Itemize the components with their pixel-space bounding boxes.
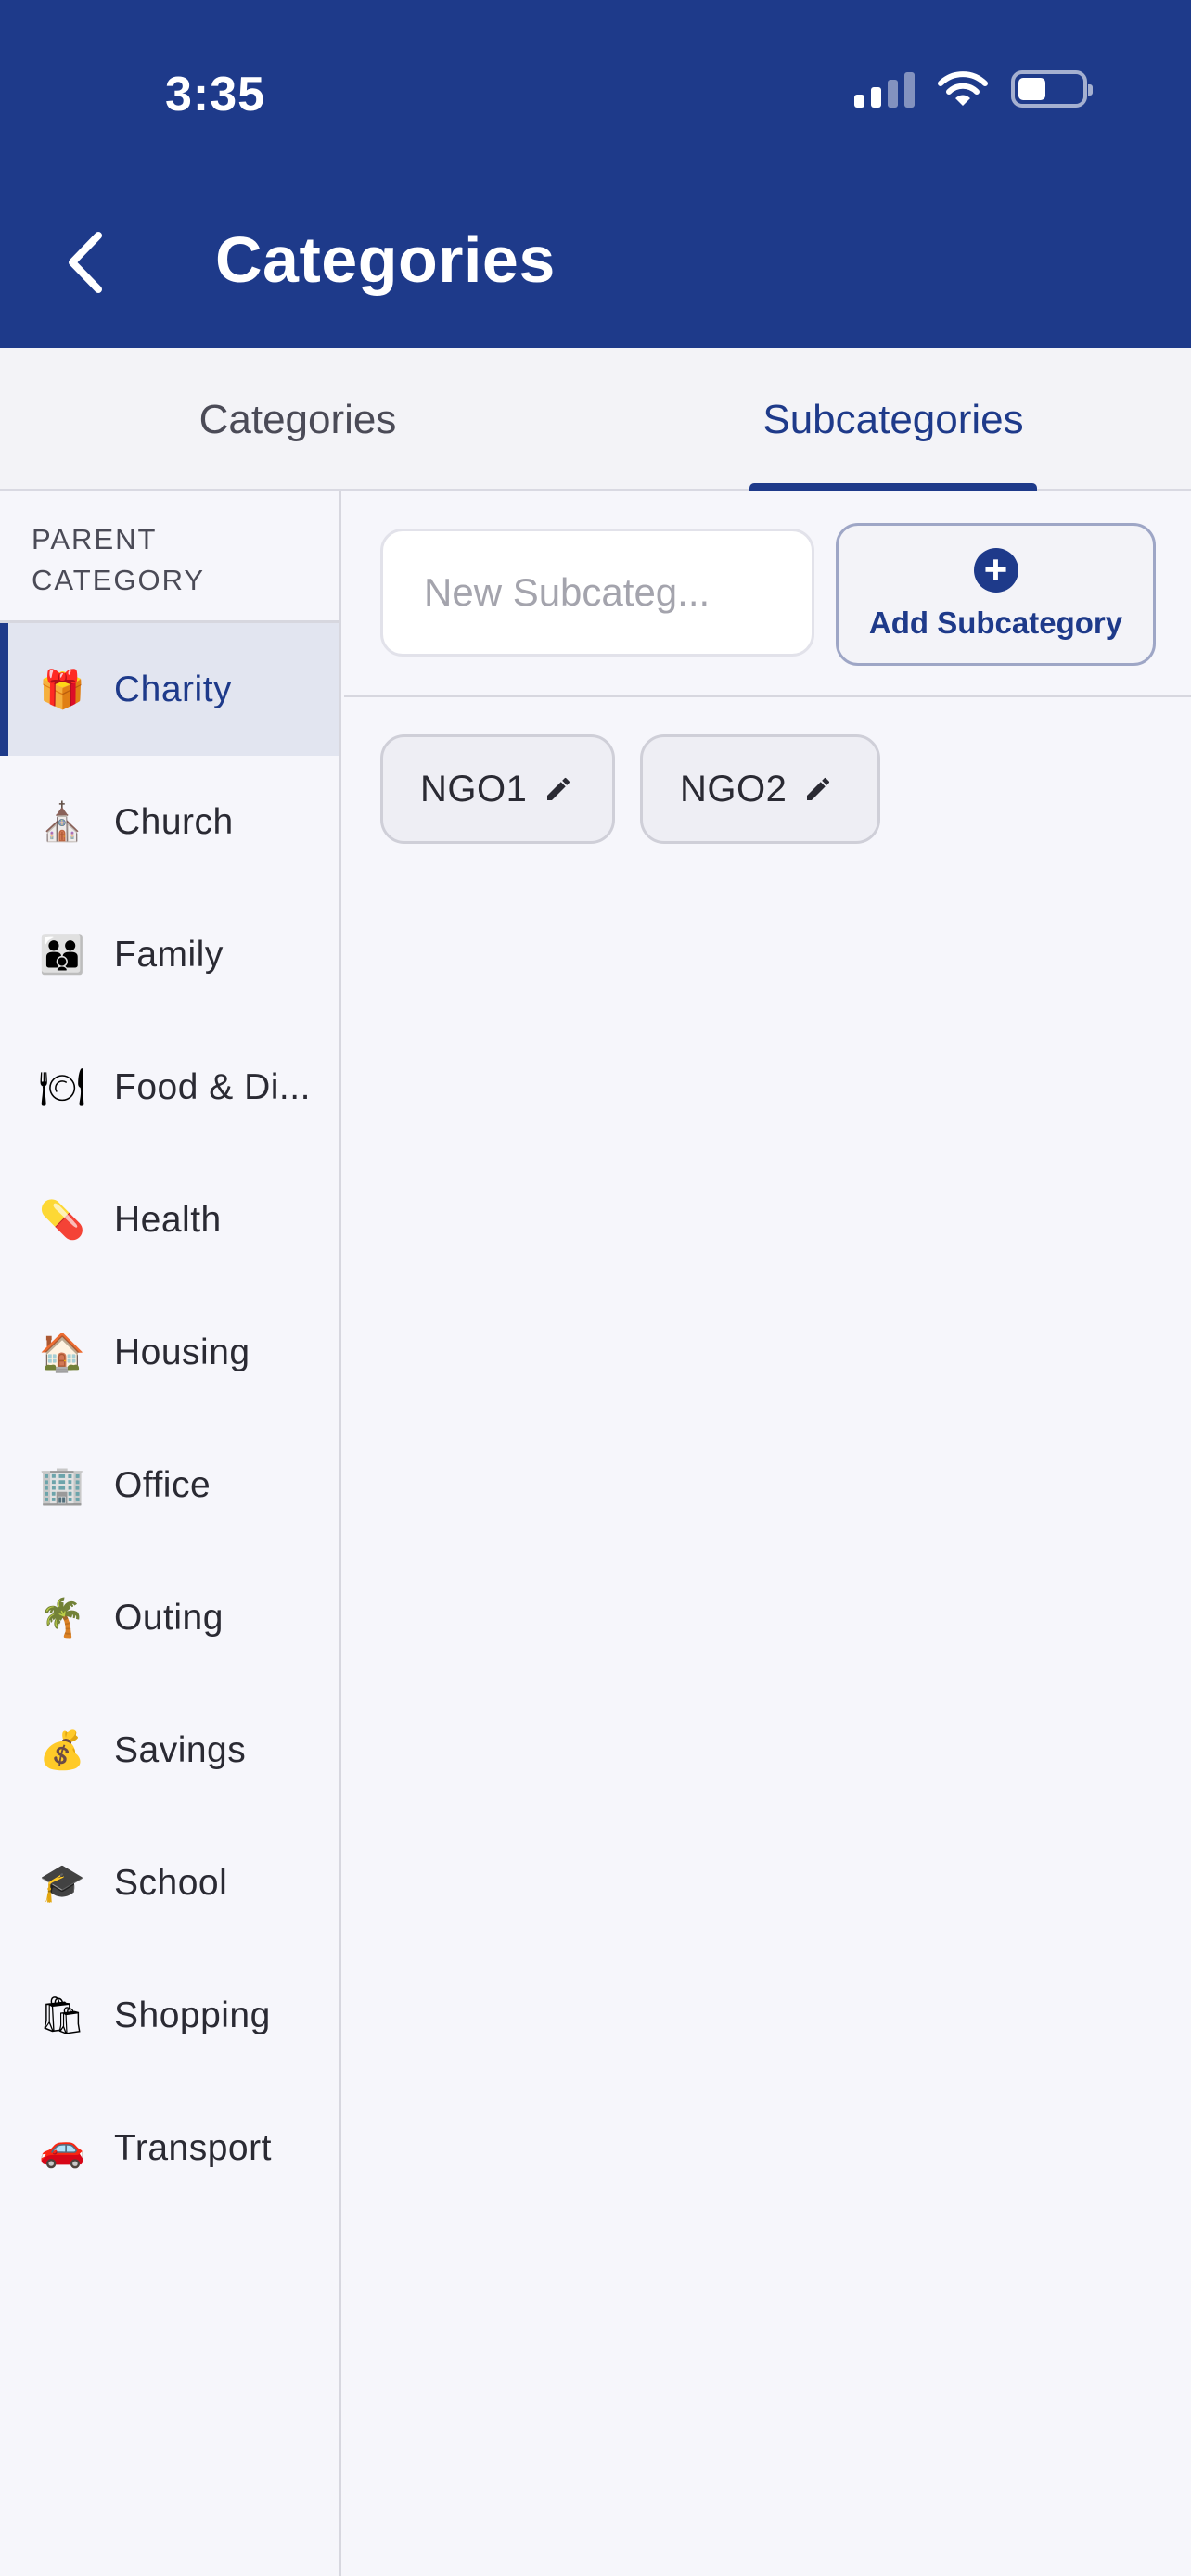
- graduation-cap-icon: 🎓: [39, 1863, 85, 1904]
- sidebar-item-office[interactable]: 🏢 Office: [0, 1419, 339, 1551]
- tab-active-indicator: [749, 483, 1037, 491]
- sidebar-item-label: Housing: [114, 1332, 250, 1372]
- pencil-icon[interactable]: [803, 774, 833, 804]
- add-subcategory-form: + Add Subcategory: [344, 491, 1191, 697]
- back-button[interactable]: [48, 221, 122, 304]
- sidebar-item-savings[interactable]: 💰 Savings: [0, 1684, 339, 1817]
- chevron-left-icon: [69, 232, 102, 293]
- sidebar-item-transport[interactable]: 🚗 Transport: [0, 2082, 339, 2214]
- subcategory-chip[interactable]: NGO1: [380, 734, 615, 844]
- sidebar-item-housing[interactable]: 🏠 Housing: [0, 1286, 339, 1419]
- tab-subcategories[interactable]: Subcategories: [596, 348, 1191, 491]
- sidebar-item-health[interactable]: 💊 Health: [0, 1154, 339, 1286]
- sidebar-item-school[interactable]: 🎓 School: [0, 1817, 339, 1949]
- parent-category-sidebar: PARENT CATEGORY 🎁 Charity ⛪ Church 👪 Fam…: [0, 491, 341, 2576]
- money-bag-icon: 💰: [39, 1730, 85, 1771]
- page-title: Categories: [215, 223, 556, 296]
- subcategory-label: NGO2: [680, 768, 788, 810]
- status-icons: [854, 70, 1093, 108]
- sidebar-item-label: School: [114, 1862, 228, 1903]
- subcategory-panel: + Add Subcategory NGO1 NGO2: [344, 491, 1191, 2576]
- sidebar-item-label: Health: [114, 1199, 222, 1240]
- sidebar-item-label: Church: [114, 801, 234, 842]
- sidebar-item-label: Transport: [114, 2127, 272, 2168]
- plus-circle-icon: +: [973, 548, 1018, 593]
- sidebar-item-food-dining[interactable]: 🍽 Food & Di...: [0, 1021, 339, 1154]
- sidebar-item-family[interactable]: 👪 Family: [0, 888, 339, 1021]
- shopping-bags-icon: 🛍: [38, 1996, 86, 2036]
- wifi-icon: [938, 71, 988, 106]
- house-icon: 🏠: [39, 1333, 85, 1373]
- sidebar-item-label: Office: [114, 1464, 211, 1505]
- sidebar-item-outing[interactable]: 🌴 Outing: [0, 1551, 339, 1684]
- family-icon: 👪: [39, 935, 85, 976]
- sidebar-item-label: Family: [114, 934, 224, 975]
- gift-icon: 🎁: [39, 670, 85, 710]
- cellular-signal-icon: [854, 70, 915, 108]
- sidebar-item-shopping[interactable]: 🛍 Shopping: [0, 1949, 339, 2082]
- pill-icon: 💊: [39, 1200, 85, 1241]
- sidebar-header: PARENT CATEGORY: [0, 491, 339, 623]
- sidebar-item-church[interactable]: ⛪ Church: [0, 756, 339, 888]
- subcategory-label: NGO1: [420, 768, 528, 810]
- add-subcategory-label: Add Subcategory: [868, 606, 1123, 640]
- pencil-icon[interactable]: [544, 774, 573, 804]
- plate-icon: 🍽: [38, 1067, 86, 1108]
- app-header: 3:35 Categories: [0, 0, 1191, 348]
- sidebar-item-label: Savings: [114, 1729, 247, 1770]
- sidebar-item-label: Outing: [114, 1597, 224, 1638]
- subcategory-chip[interactable]: NGO2: [640, 734, 880, 844]
- add-subcategory-button[interactable]: + Add Subcategory: [836, 523, 1156, 666]
- battery-icon: [1011, 70, 1093, 108]
- tab-bar: Categories Subcategories: [0, 348, 1191, 491]
- new-subcategory-input[interactable]: [380, 529, 814, 657]
- car-icon: 🚗: [39, 2128, 85, 2169]
- church-icon: ⛪: [39, 802, 85, 843]
- sidebar-item-label: Food & Di...: [114, 1066, 311, 1107]
- status-time: 3:35: [165, 68, 266, 121]
- sidebar-item-charity[interactable]: 🎁 Charity: [0, 623, 339, 756]
- sidebar-item-label: Charity: [114, 669, 233, 709]
- subcategory-list: NGO1 NGO2: [380, 734, 880, 844]
- sidebar-item-label: Shopping: [114, 1995, 271, 2035]
- palm-tree-icon: 🌴: [39, 1598, 85, 1639]
- tab-categories[interactable]: Categories: [0, 348, 596, 491]
- office-icon: 🏢: [39, 1465, 85, 1506]
